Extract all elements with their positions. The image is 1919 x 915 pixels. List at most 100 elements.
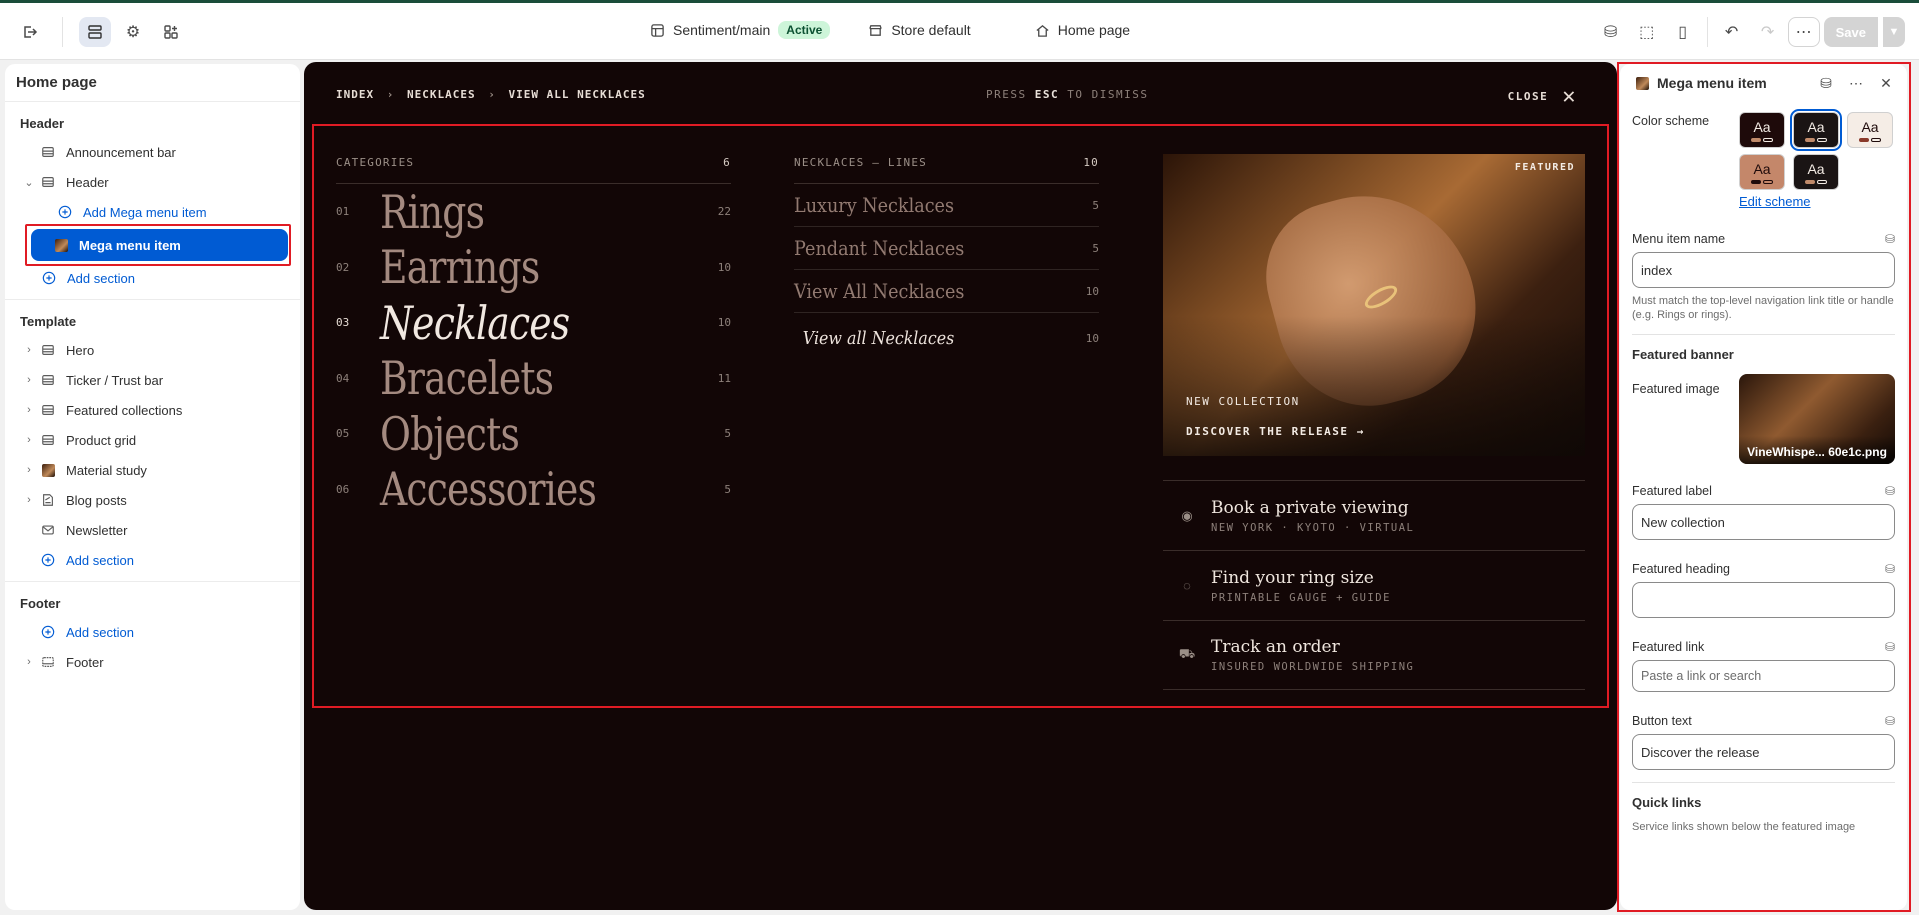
chevron-right-icon[interactable]: › [20, 344, 38, 356]
sidebar-item-material-study[interactable]: › Material study [5, 455, 300, 485]
sidebar-item-product-grid[interactable]: › Product grid [5, 425, 300, 455]
panel-highlight [1617, 62, 1911, 912]
more-actions-button[interactable]: ⋯ [1787, 17, 1820, 47]
sidebar-item-label: Footer [66, 654, 104, 670]
category-count: 10 [717, 316, 731, 330]
section-icon [38, 144, 58, 160]
add-section-template-button[interactable]: Add section [5, 545, 300, 575]
breadcrumb-item[interactable]: INDEX [336, 88, 374, 101]
sidebar-item-blog-posts[interactable]: › Blog posts [5, 485, 300, 515]
view-all-necklaces-link[interactable]: View all Necklaces 10 [794, 313, 1099, 363]
line-item-pendant[interactable]: Pendant Necklaces 5 [794, 227, 1099, 270]
app-embeds-button[interactable] [155, 17, 187, 47]
sidebar-title: Home page [5, 64, 300, 102]
line-item-luxury[interactable]: Luxury Necklaces 5 [794, 184, 1099, 227]
lines-count: 10 [1083, 156, 1099, 169]
sidebar-item-ticker[interactable]: › Ticker / Trust bar [5, 365, 300, 395]
exit-button[interactable] [14, 17, 46, 47]
chevron-right-icon[interactable]: › [20, 404, 38, 416]
breadcrumb-item[interactable]: VIEW ALL NECKLACES [508, 88, 645, 101]
exit-icon [24, 26, 38, 38]
footer-section-icon [38, 654, 58, 670]
sidebar-item-label: Featured collections [66, 402, 183, 418]
theme-name[interactable]: Sentiment/main [673, 22, 770, 38]
sidebar-item-featured-collections[interactable]: › Featured collections [5, 395, 300, 425]
section-icon [38, 372, 58, 388]
service-links: ◉ Book a private viewing NEW YORK · KYOT… [1163, 480, 1585, 690]
category-name: Bracelets [380, 351, 554, 406]
category-item-rings[interactable]: 01 Rings 22 [336, 184, 731, 240]
topbar-context: Sentiment/main Active Store default Home… [650, 21, 1130, 39]
theme-icon [651, 23, 664, 37]
chevron-right-icon[interactable]: › [20, 374, 38, 386]
featured-banner[interactable]: FEATURED NEW COLLECTION DISCOVER THE REL… [1163, 154, 1585, 456]
sidebar-item-footer[interactable]: › Footer [5, 647, 300, 677]
topbar-left-tools: ⚙ [14, 17, 187, 47]
line-item-view-all[interactable]: View All Necklaces 10 [794, 270, 1099, 313]
eye-icon: ◉ [1181, 507, 1193, 523]
service-link-private-viewing[interactable]: ◉ Book a private viewing NEW YORK · KYOT… [1163, 480, 1585, 550]
service-link-ring-size[interactable]: ◌ Find your ring size PRINTABLE GAUGE + … [1163, 550, 1585, 620]
add-mega-menu-item-button[interactable]: Add Mega menu item [5, 197, 300, 227]
status-badge: Active [778, 21, 831, 39]
chevron-right-icon[interactable]: › [20, 434, 38, 446]
dismiss-hint: PRESS ESC TO DISMISS [986, 88, 1149, 101]
sidebar-item-label: Header [66, 174, 109, 190]
redo-button[interactable]: ↷ [1752, 17, 1784, 47]
categories-count: 6 [723, 156, 731, 169]
necklace-lines-column: NECKLACES — LINES 10 Luxury Necklaces 5 … [794, 156, 1099, 363]
sidebar-item-hero[interactable]: › Hero [5, 335, 300, 365]
group-title-template: Template [20, 314, 77, 329]
mail-icon [38, 522, 58, 538]
image-thumbnail-icon [38, 462, 58, 478]
footer-group: Footer Add section › Footer [5, 582, 300, 683]
mobile-icon: ▯ [1678, 24, 1688, 41]
theme-settings-button[interactable]: ⚙ [117, 17, 149, 47]
topbar-divider [62, 17, 63, 47]
plus-circle-icon [39, 270, 59, 286]
category-item-necklaces[interactable]: 03 Necklaces 10 [336, 295, 731, 351]
inspector-icon: ⛁ [1603, 24, 1618, 41]
chevron-right-icon[interactable]: › [20, 464, 38, 476]
save-button[interactable]: Save [1823, 17, 1878, 47]
device-preview-button[interactable]: ▯ [1667, 17, 1699, 47]
chevron-right-icon: › [488, 88, 496, 101]
sidebar-item-newsletter[interactable]: Newsletter [5, 515, 300, 545]
cursor-select-icon: ⬚ [1639, 24, 1655, 41]
add-section-header-button[interactable]: Add section [5, 263, 300, 293]
service-link-track-order[interactable]: ⛟ Track an order INSURED WORLDWIDE SHIPP… [1163, 620, 1585, 690]
select-tool-button[interactable]: ⬚ [1631, 17, 1663, 47]
sections-button[interactable] [79, 17, 111, 47]
sidebar-item-label: Announcement bar [66, 144, 176, 160]
category-item-objects[interactable]: 05 Objects 5 [336, 406, 731, 462]
chevron-down-icon[interactable]: ⌄ [20, 176, 38, 189]
chevron-right-icon[interactable]: › [20, 494, 38, 506]
save-options-button[interactable]: ▼ [1883, 17, 1905, 47]
discover-release-link[interactable]: DISCOVER THE RELEASE → [1186, 425, 1365, 438]
sections-sidebar: Home page Header Announcement bar ⌄ Head… [5, 64, 300, 910]
sidebar-item-label: Ticker / Trust bar [66, 372, 164, 388]
inspector-button[interactable]: ⛁ [1595, 17, 1627, 47]
breadcrumb-item[interactable]: NECKLACES [407, 88, 476, 101]
add-section-footer-button[interactable]: Add section [5, 617, 300, 647]
store-selector[interactable]: Store default [891, 22, 970, 38]
chevron-right-icon[interactable]: › [20, 656, 38, 668]
add-section-label: Add section [66, 552, 134, 568]
category-name: Earrings [380, 240, 540, 295]
page-selector[interactable]: Home page [1058, 22, 1130, 38]
category-count: 5 [724, 482, 731, 496]
editor-topbar: ⚙ Sentiment/main Active Store default Ho… [0, 0, 1919, 60]
chevron-down-icon: ▼ [1888, 26, 1900, 38]
sidebar-item-announcement-bar[interactable]: Announcement bar [5, 137, 300, 167]
undo-button[interactable]: ↶ [1716, 17, 1748, 47]
category-name: Rings [380, 184, 485, 239]
category-item-bracelets[interactable]: 04 Bracelets 11 [336, 351, 731, 407]
category-item-accessories[interactable]: 06 Accessories 5 [336, 462, 731, 518]
sidebar-item-header[interactable]: ⌄ Header [5, 167, 300, 197]
category-count: 11 [717, 371, 731, 385]
category-item-earrings[interactable]: 02 Earrings 10 [336, 240, 731, 296]
close-menu-button[interactable]: CLOSE ✕ [1508, 84, 1577, 109]
store-icon [869, 24, 883, 36]
redo-icon: ↷ [1760, 24, 1775, 41]
add-section-label: Add section [67, 270, 135, 286]
